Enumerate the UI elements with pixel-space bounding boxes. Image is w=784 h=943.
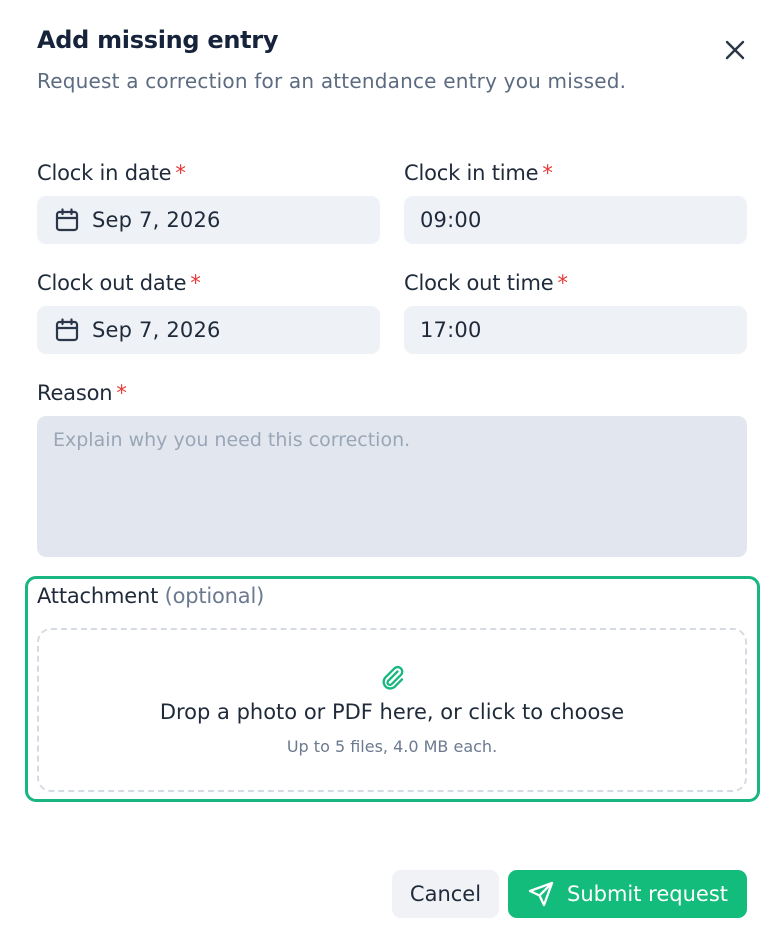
clock-in-time-value: 09:00	[420, 208, 482, 232]
required-mark: *	[557, 271, 568, 295]
clock-in-time-field[interactable]: 09:00	[404, 196, 747, 244]
calendar-icon	[54, 207, 80, 233]
clock-out-date-label-text: Clock out date	[37, 271, 187, 295]
clock-in-date-value: Sep 7, 2026	[92, 208, 221, 232]
clock-in-time-label: Clock in time *	[404, 161, 553, 185]
clock-out-time-value: 17:00	[420, 318, 482, 342]
dropzone-hint: Up to 5 files, 4.0 MB each.	[286, 737, 498, 756]
clock-in-date-field[interactable]: Sep 7, 2026	[37, 196, 380, 244]
clock-out-time-label-text: Clock out time	[404, 271, 554, 295]
clock-out-time-field[interactable]: 17:00	[404, 306, 747, 354]
send-icon	[527, 880, 555, 908]
add-missing-entry-dialog: Add missing entry Request a correction f…	[0, 0, 784, 943]
required-mark: *	[116, 381, 127, 405]
calendar-icon	[54, 317, 80, 343]
clock-out-time-label: Clock out time *	[404, 271, 568, 295]
attachment-optional-note: (optional)	[164, 584, 265, 608]
submit-button-label: Submit request	[567, 882, 728, 906]
attachment-label-text: Attachment	[37, 584, 159, 608]
dropzone-instructions: Drop a photo or PDF here, or click to ch…	[159, 700, 625, 724]
close-icon	[725, 40, 745, 60]
paperclip-icon	[378, 663, 406, 691]
required-mark: *	[542, 161, 553, 185]
reason-textarea[interactable]	[37, 416, 747, 557]
cancel-button[interactable]: Cancel	[392, 870, 499, 918]
submit-request-button[interactable]: Submit request	[508, 870, 747, 918]
required-mark: *	[175, 161, 186, 185]
clock-out-date-value: Sep 7, 2026	[92, 318, 221, 342]
clock-out-date-field[interactable]: Sep 7, 2026	[37, 306, 380, 354]
clock-out-date-label: Clock out date *	[37, 271, 201, 295]
clock-in-date-label-text: Clock in date	[37, 161, 172, 185]
required-mark: *	[190, 271, 201, 295]
cancel-button-label: Cancel	[409, 882, 482, 906]
reason-label: Reason *	[37, 381, 127, 405]
reason-label-text: Reason	[37, 381, 113, 405]
dialog-title: Add missing entry	[37, 26, 279, 54]
clock-in-date-label: Clock in date *	[37, 161, 186, 185]
attachment-label: Attachment (optional)	[37, 584, 264, 608]
dialog-subtitle: Request a correction for an attendance e…	[37, 69, 627, 93]
clock-in-time-label-text: Clock in time	[404, 161, 539, 185]
close-button[interactable]	[718, 33, 752, 67]
